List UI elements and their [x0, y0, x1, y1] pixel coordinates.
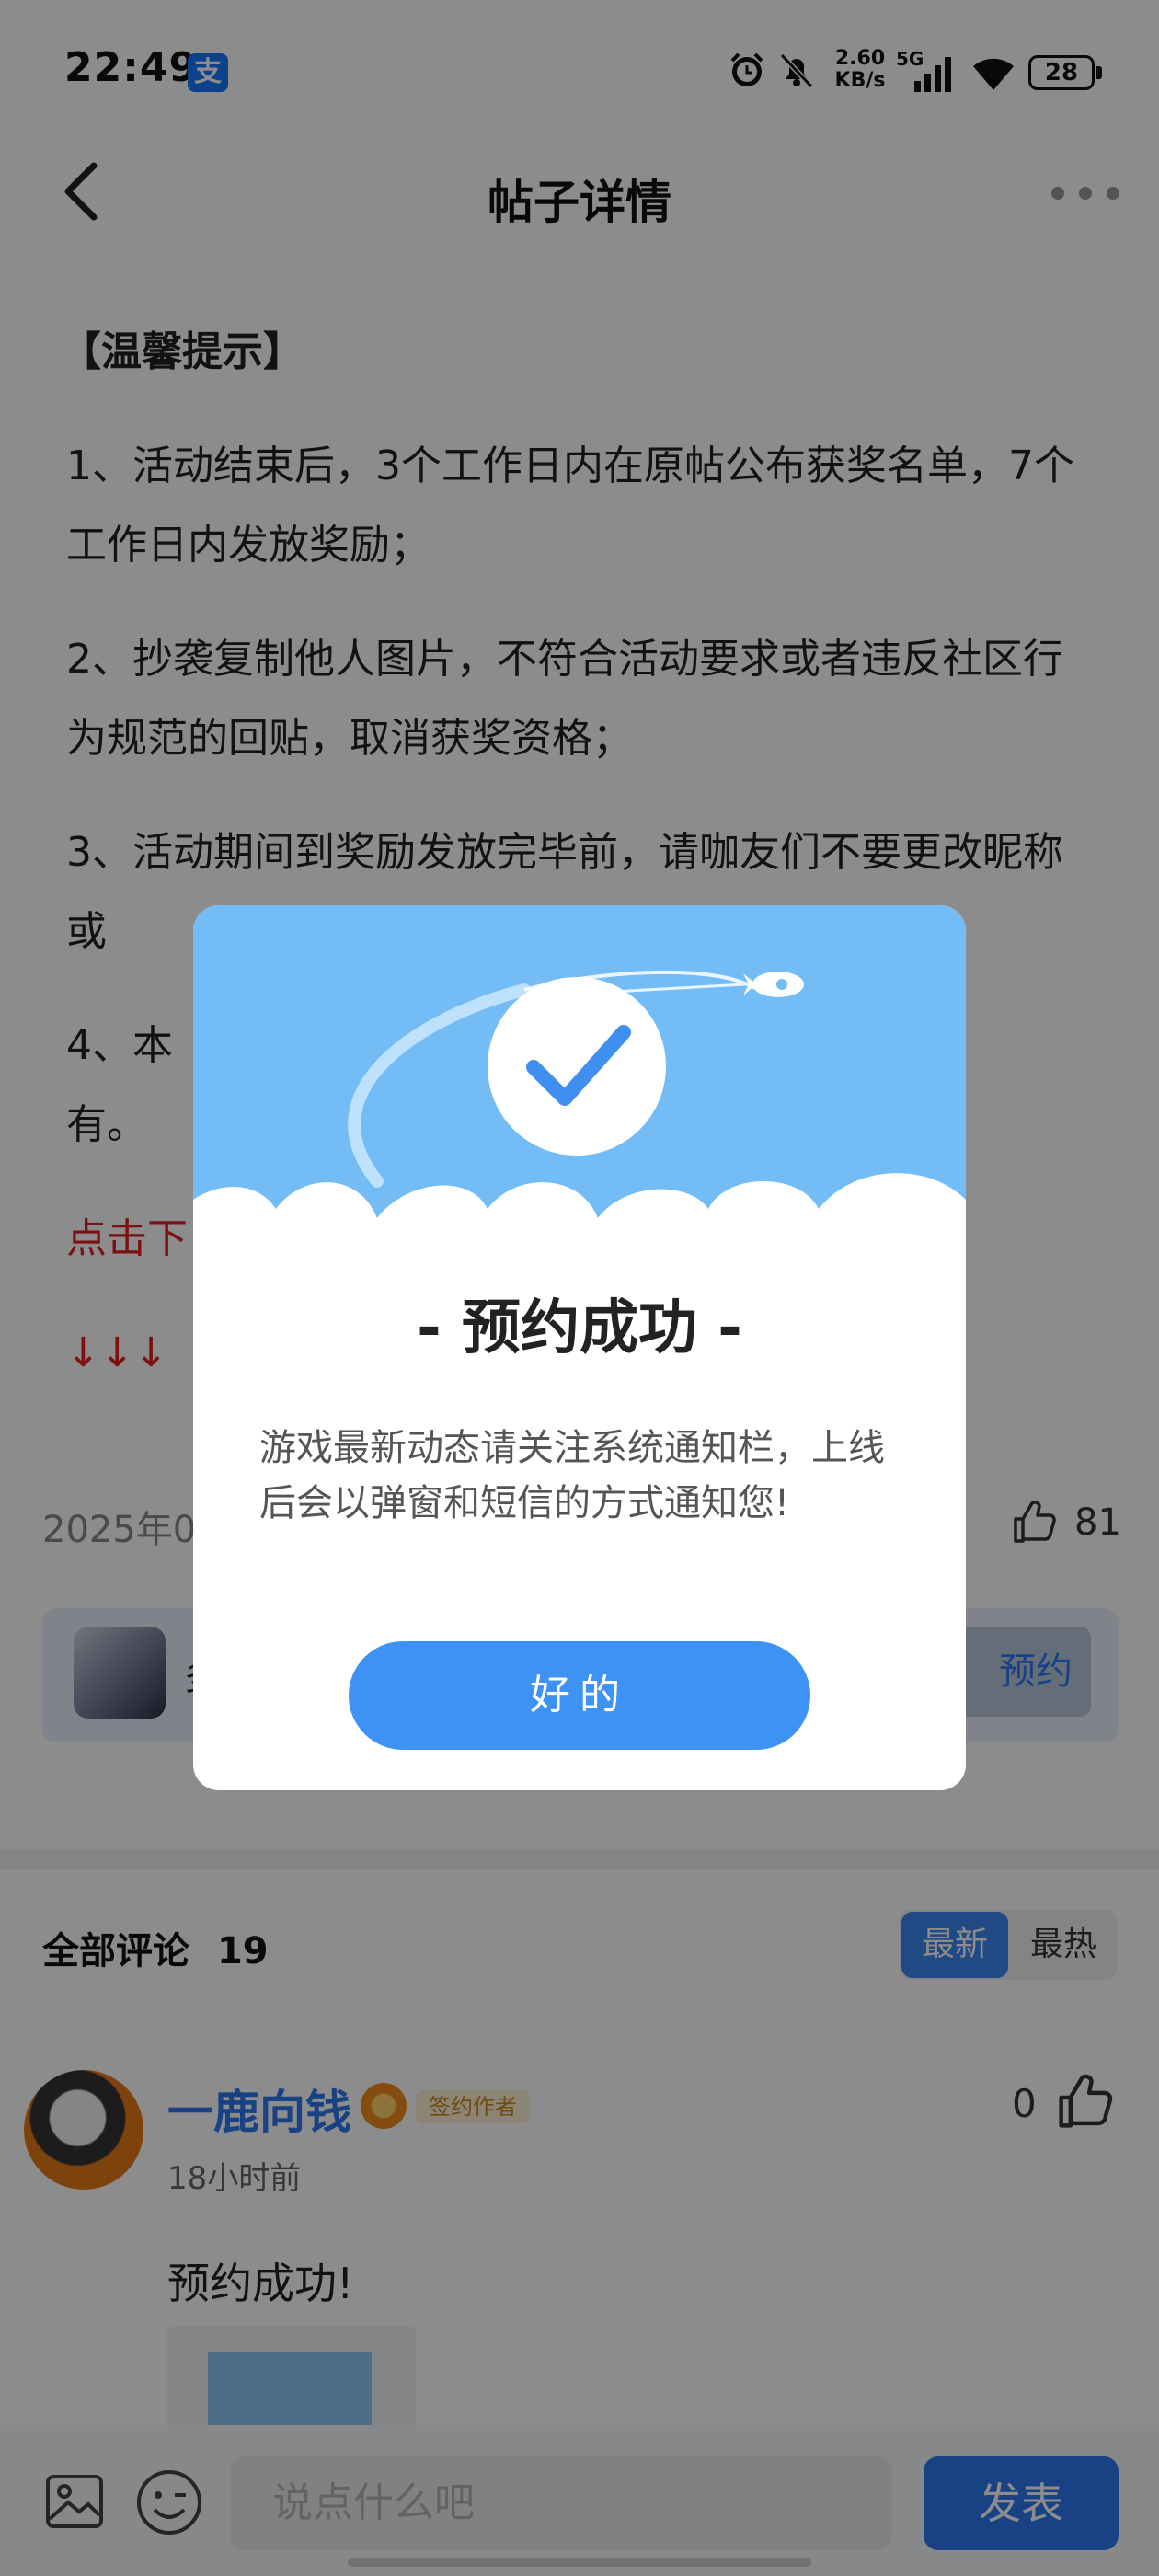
check-circle-icon — [488, 977, 666, 1156]
dialog-title: - 预约成功 - — [417, 1294, 742, 1363]
dialog-message: 游戏最新动态请关注系统通知栏，上线后会以弹窗和短信的方式通知您! — [259, 1427, 885, 1524]
rocket-icon — [743, 972, 804, 997]
ok-button[interactable]: 好的 — [349, 1641, 810, 1750]
reservation-success-dialog: - 预约成功 - 游戏最新动态请关注系统通知栏，上线后会以弹窗和短信的方式通知您… — [193, 905, 966, 1790]
